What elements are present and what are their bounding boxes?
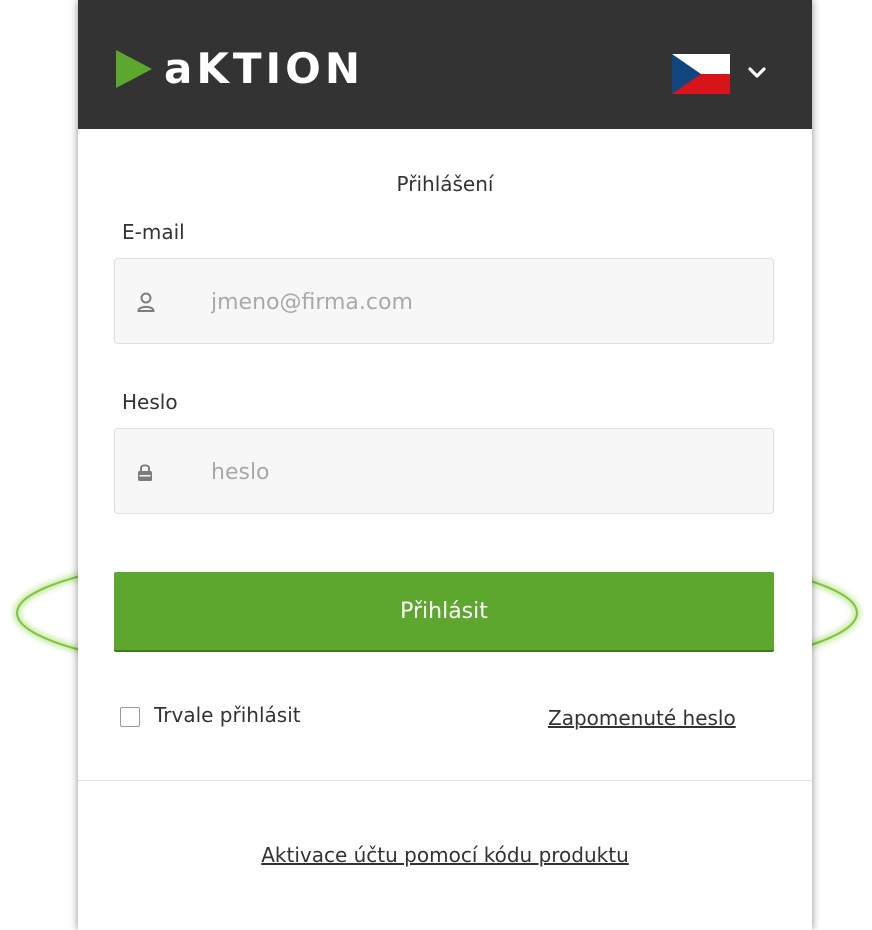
password-input[interactable] <box>209 449 753 495</box>
lock-icon <box>138 464 152 481</box>
divider <box>78 780 812 781</box>
email-input[interactable] <box>209 279 753 325</box>
logo-text: aKTION <box>164 44 365 93</box>
forgot-password-link[interactable]: Zapomenuté heslo <box>548 706 736 730</box>
page-title: Přihlášení <box>396 172 494 196</box>
email-field-wrapper <box>114 258 774 344</box>
login-button[interactable]: Přihlásit <box>114 572 774 650</box>
play-arrow-icon <box>116 50 152 88</box>
user-icon <box>137 292 155 312</box>
chevron-down-icon <box>748 67 766 78</box>
password-field-wrapper <box>114 428 774 514</box>
remember-checkbox[interactable] <box>120 707 140 727</box>
password-label: Heslo <box>122 390 178 414</box>
language-selector[interactable] <box>672 54 782 94</box>
czech-flag-icon <box>672 54 730 94</box>
app-header: aKTION <box>78 0 812 129</box>
activate-account-link[interactable]: Aktivace účtu pomocí kódu produktu <box>78 843 812 867</box>
email-label: E-mail <box>122 220 185 244</box>
login-panel: aKTION Přihlášení E-mail Heslo <box>78 0 812 930</box>
remember-label: Trvale přihlásit <box>154 703 301 727</box>
